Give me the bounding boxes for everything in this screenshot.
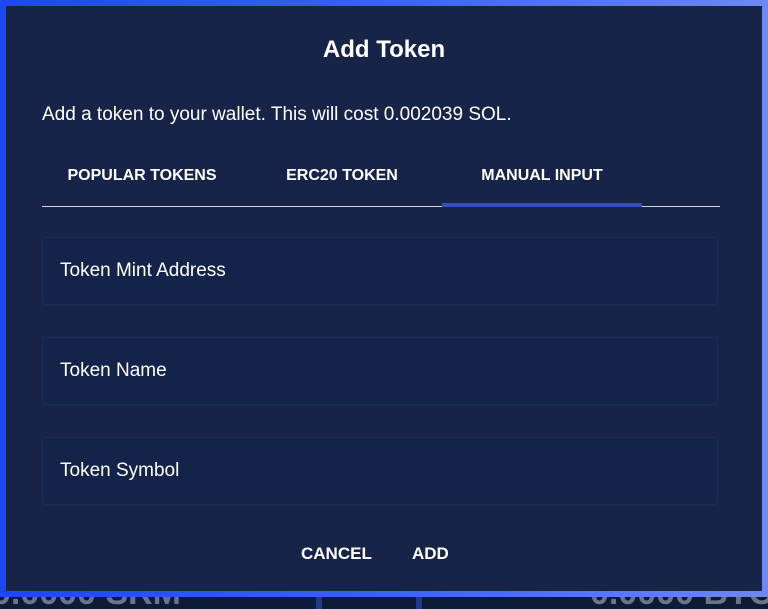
- token-mint-address-field: [42, 237, 718, 305]
- dialog-actions: CANCEL ADD: [6, 544, 762, 574]
- add-button[interactable]: ADD: [406, 544, 455, 564]
- add-token-dialog: Add Token Add a token to your wallet. Th…: [6, 6, 762, 591]
- token-symbol-field: [42, 437, 718, 505]
- token-mint-address-input[interactable]: [43, 238, 717, 304]
- cancel-button[interactable]: CANCEL: [295, 544, 378, 564]
- token-name-field: [42, 337, 718, 405]
- tab-manual-input[interactable]: MANUAL INPUT: [442, 156, 642, 207]
- token-symbol-input[interactable]: [43, 438, 717, 504]
- token-name-input[interactable]: [43, 338, 717, 404]
- tab-erc20-token[interactable]: ERC20 TOKEN: [242, 156, 442, 206]
- dialog-frame: Add Token Add a token to your wallet. Th…: [0, 0, 768, 597]
- dialog-description: Add a token to your wallet. This will co…: [42, 104, 512, 125]
- tab-popular-tokens[interactable]: POPULAR TOKENS: [42, 156, 242, 206]
- token-source-tabs: POPULAR TOKENS ERC20 TOKEN MANUAL INPUT: [42, 156, 720, 207]
- dialog-title: Add Token: [322, 36, 446, 63]
